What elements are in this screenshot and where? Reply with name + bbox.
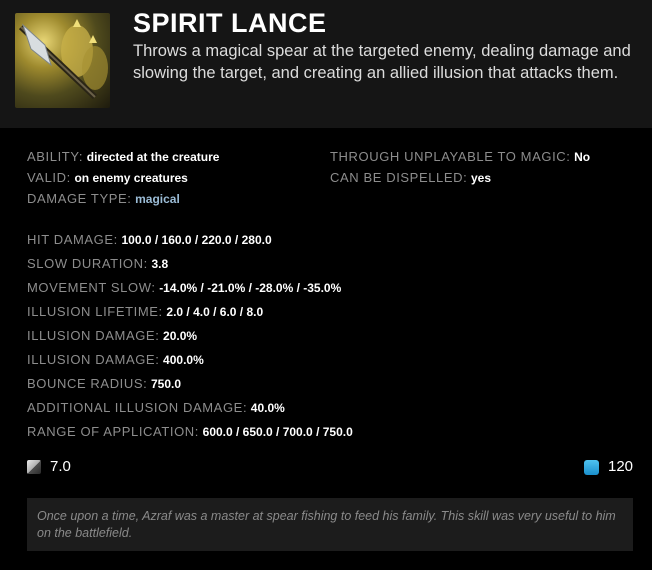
lore-box: Once upon a time, Azraf was a master at … <box>27 498 633 551</box>
mana-cost-value: 120 <box>608 458 634 475</box>
stat-movement-slow: MOVEMENT SLOW: -14.0% / -21.0% / -28.0% … <box>27 280 341 295</box>
stat-value: -14.0% / -21.0% / -28.0% / -35.0% <box>159 281 342 295</box>
lore-text: Once upon a time, Azraf was a master at … <box>37 509 616 540</box>
stat-illusion-damage-dealt: ILLUSION DAMAGE: 20.0% <box>27 328 197 343</box>
stat-value: 750.0 <box>151 377 182 391</box>
stat-label: ILLUSION LIFETIME: <box>27 304 163 319</box>
attribute-value: directed at the creature <box>86 150 220 164</box>
attribute-ability: ABILITY: directed at the creature <box>27 149 219 164</box>
damage-type-value: magical <box>135 192 180 206</box>
stat-label: MOVEMENT SLOW: <box>27 280 156 295</box>
ability-description: Throws a magical spear at the targeted e… <box>133 42 631 82</box>
attribute-value: on enemy creatures <box>74 171 188 185</box>
ability-title: SPIRIT LANCE <box>133 8 327 38</box>
attribute-pierces-spell-immunity: THROUGH UNPLAYABLE TO MAGIC: No <box>330 149 590 164</box>
stat-value: 100.0 / 160.0 / 220.0 / 280.0 <box>121 233 272 247</box>
stat-slow-duration: SLOW DURATION: 3.8 <box>27 256 168 271</box>
stat-cast-range: RANGE OF APPLICATION: 600.0 / 650.0 / 70… <box>27 424 353 439</box>
stat-label: BOUNCE RADIUS: <box>27 376 148 391</box>
stat-label: ADDITIONAL ILLUSION DAMAGE: <box>27 400 248 415</box>
spirit-lance-ability-icon <box>15 13 110 108</box>
mana-icon <box>584 460 599 475</box>
stat-label: ILLUSION DAMAGE: <box>27 352 160 367</box>
stat-value: 40.0% <box>250 401 285 415</box>
attribute-label: DAMAGE TYPE: <box>27 191 132 206</box>
stat-value: 600.0 / 650.0 / 700.0 / 750.0 <box>202 425 353 439</box>
cooldown-value: 7.0 <box>50 458 71 475</box>
stat-label: ILLUSION DAMAGE: <box>27 328 160 343</box>
stat-additional-illusion-damage: ADDITIONAL ILLUSION DAMAGE: 40.0% <box>27 400 285 415</box>
attribute-valid: VALID: on enemy creatures <box>27 170 188 185</box>
attribute-label: ABILITY: <box>27 149 84 164</box>
stat-value: 2.0 / 4.0 / 6.0 / 8.0 <box>166 305 264 319</box>
attribute-dispellable: CAN BE DISPELLED: yes <box>330 170 491 185</box>
attribute-label: THROUGH UNPLAYABLE TO MAGIC: <box>330 149 571 164</box>
attribute-damage-type: DAMAGE TYPE: magical <box>27 191 180 206</box>
attribute-label: CAN BE DISPELLED: <box>330 170 468 185</box>
stat-value: 400.0% <box>163 353 204 367</box>
stat-label: HIT DAMAGE: <box>27 232 118 247</box>
stat-label: SLOW DURATION: <box>27 256 148 271</box>
attribute-value: No <box>574 150 591 164</box>
stat-illusion-lifetime: ILLUSION LIFETIME: 2.0 / 4.0 / 6.0 / 8.0 <box>27 304 263 319</box>
stat-value: 3.8 <box>151 257 169 271</box>
stat-bounce-radius: BOUNCE RADIUS: 750.0 <box>27 376 181 391</box>
stat-label: RANGE OF APPLICATION: <box>27 424 200 439</box>
stat-illusion-damage-taken: ILLUSION DAMAGE: 400.0% <box>27 352 204 367</box>
attribute-value: yes <box>470 171 492 185</box>
stat-value: 20.0% <box>163 329 198 343</box>
cooldown-icon <box>27 460 41 474</box>
attribute-label: VALID: <box>27 170 71 185</box>
stat-hit-damage: HIT DAMAGE: 100.0 / 160.0 / 220.0 / 280.… <box>27 232 272 247</box>
ability-header: SPIRIT LANCE Throws a magical spear at t… <box>0 0 652 128</box>
